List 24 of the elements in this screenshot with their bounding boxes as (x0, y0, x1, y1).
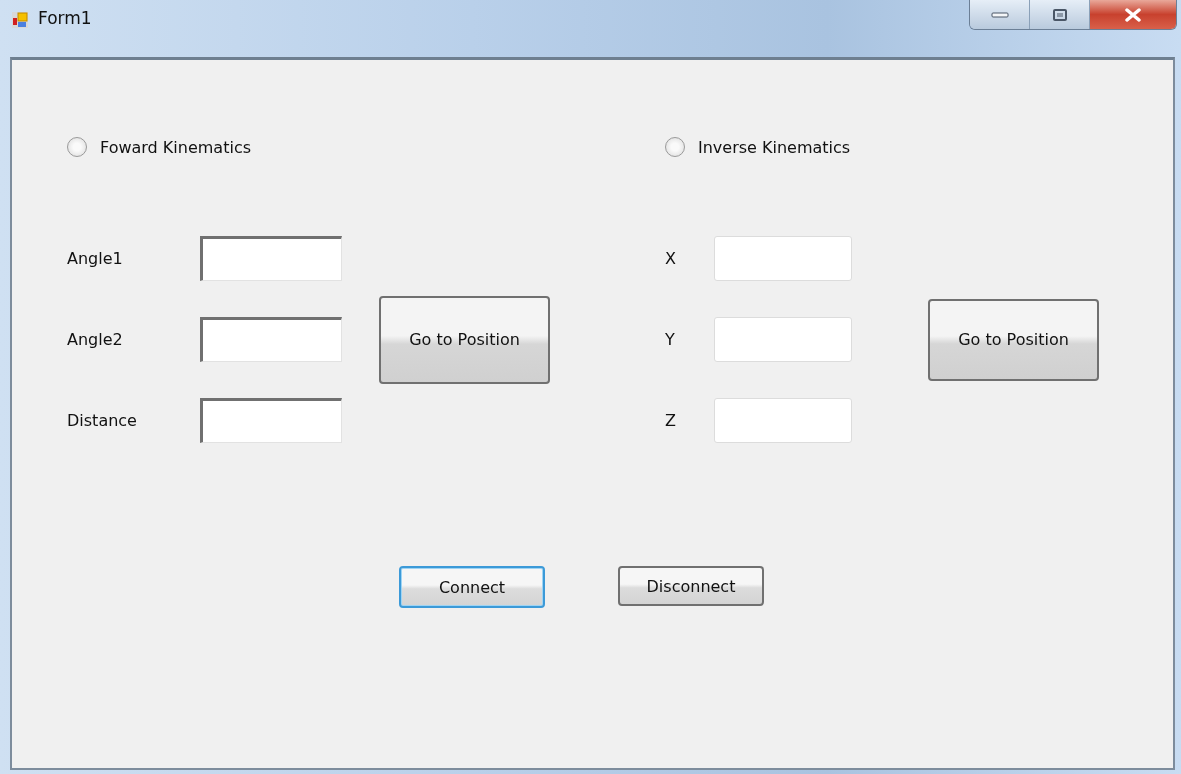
field-label: Angle2 (67, 330, 124, 349)
radio-button[interactable] (67, 137, 87, 157)
input-field[interactable] (200, 398, 342, 443)
go-to-position-button[interactable]: Go to Position (928, 298, 1099, 381)
field-label: Distance (67, 411, 138, 430)
minimize-icon (990, 11, 1009, 18)
close-button[interactable] (1090, 0, 1176, 29)
close-icon (1124, 7, 1142, 22)
maximize-button[interactable] (1030, 0, 1090, 29)
connect-button[interactable]: Connect (399, 566, 545, 608)
form-icon (12, 12, 28, 28)
radio-button[interactable] (665, 137, 685, 157)
radio-label[interactable]: Foward Kinematics (100, 137, 251, 157)
disconnect-button[interactable]: Disconnect (618, 566, 764, 606)
field-label: Z (665, 411, 677, 430)
go-to-position-button[interactable]: Go to Position (379, 295, 550, 384)
field-label: Angle1 (67, 249, 124, 268)
input-field[interactable] (200, 236, 342, 281)
field-label: Y (665, 330, 676, 349)
maximize-icon (1052, 8, 1067, 21)
field-label: X (665, 249, 677, 268)
radio-label[interactable]: Inverse Kinematics (698, 137, 851, 157)
window-title: Form1 (38, 8, 92, 28)
input-field[interactable] (200, 317, 342, 362)
